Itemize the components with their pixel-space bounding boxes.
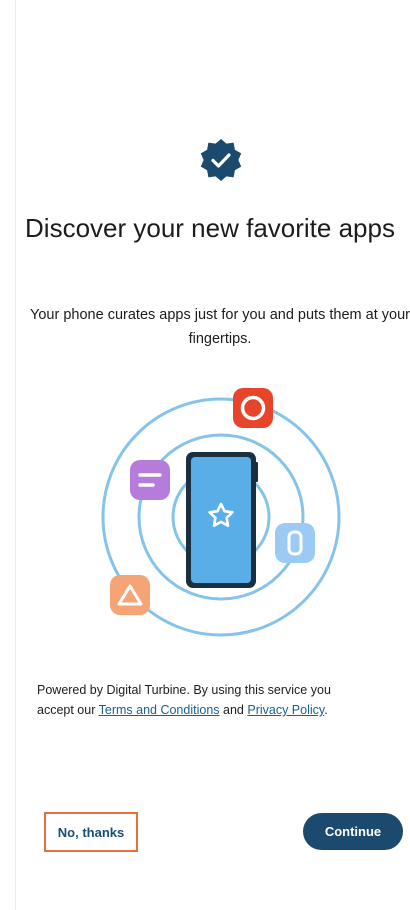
no-thanks-button[interactable]: No, thanks [44,812,138,852]
legal-conjunction: and [223,703,244,717]
triangle-app-icon [110,575,150,615]
apps-orbit-illustration [101,388,341,637]
terms-link[interactable]: Terms and Conditions [99,703,220,717]
phone-icon [186,452,258,588]
pill-app-icon [275,523,315,563]
privacy-policy-link[interactable]: Privacy Policy [247,703,324,717]
legal-suffix: . [324,703,328,717]
legal-disclaimer: Powered by Digital Turbine. By using thi… [37,680,367,720]
page-subtitle: Your phone curates apps just for you and… [30,307,410,347]
page-title: Discover your new favorite apps [25,213,395,243]
continue-button[interactable]: Continue [303,813,403,850]
circle-app-icon [233,388,273,428]
verified-check-badge-icon [200,139,242,181]
lines-app-icon [130,460,170,500]
